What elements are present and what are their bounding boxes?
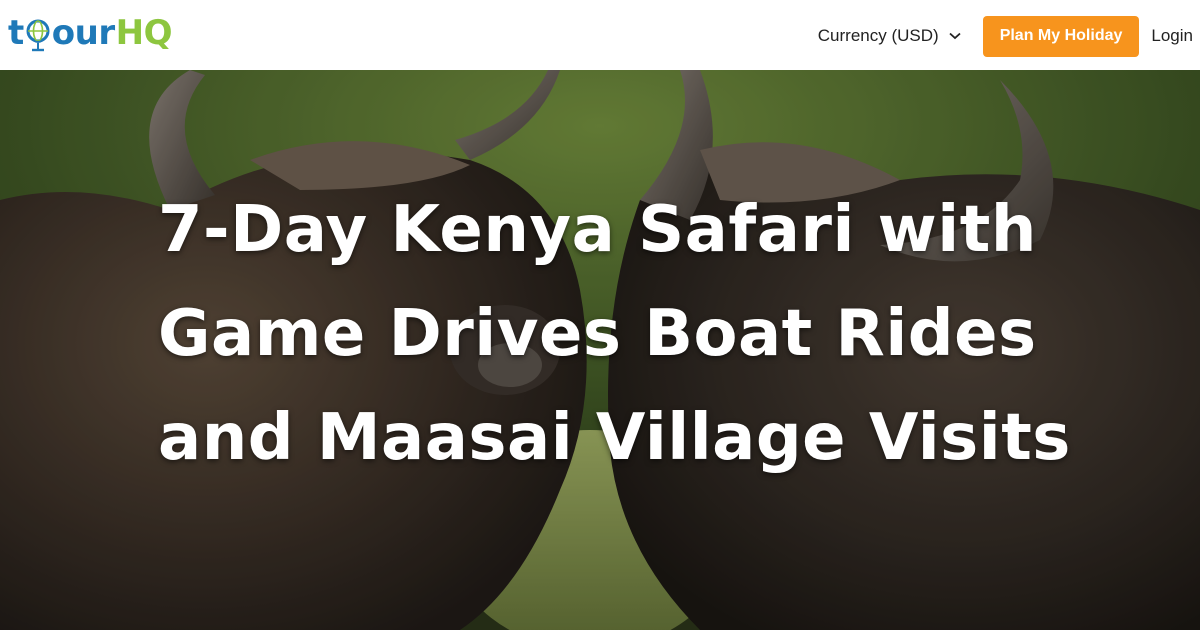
plan-my-holiday-button[interactable]: Plan My Holiday xyxy=(982,15,1140,57)
tourhq-logo[interactable]: t our HQ xyxy=(8,10,172,56)
tour-title-line-2: Game Drives Boat Rides xyxy=(158,297,1037,371)
login-link[interactable]: Login xyxy=(1151,26,1193,46)
top-nav: Currency (USD) Plan My Holiday Login xyxy=(818,15,1200,57)
globe-icon xyxy=(25,13,51,53)
tour-title: 7-Day Kenya Safari with Game Drives Boat… xyxy=(158,178,1108,490)
hero-banner: 7-Day Kenya Safari with Game Drives Boat… xyxy=(0,70,1200,630)
logo-text-hq: HQ xyxy=(115,13,173,53)
logo-text-t: t xyxy=(8,13,24,53)
tour-title-line-1: 7-Day Kenya Safari with xyxy=(158,193,1037,267)
site-header: t our HQ Currency (USD) Plan My Holiday … xyxy=(0,0,1200,70)
currency-label: Currency (USD) xyxy=(817,26,939,45)
chevron-down-icon xyxy=(949,32,961,40)
tour-title-line-3: and Maasai Village Visits xyxy=(158,401,1071,475)
currency-selector[interactable]: Currency (USD) xyxy=(818,26,961,46)
logo-text-our: our xyxy=(51,13,115,53)
